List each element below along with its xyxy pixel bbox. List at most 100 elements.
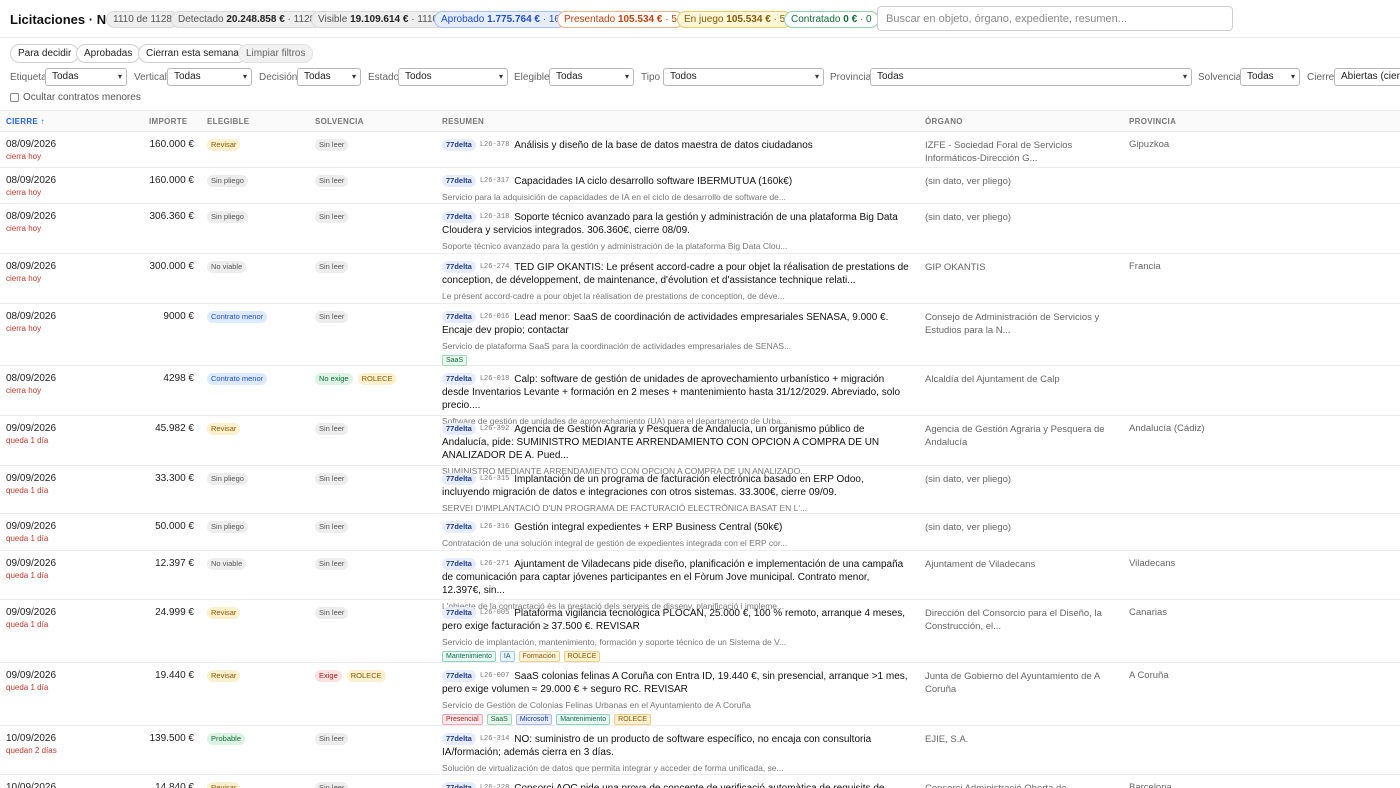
organo-cell: Dirección del Consorcio para el Diseño, … [925, 608, 1102, 632]
source-badge: 77delta [442, 782, 476, 788]
resumen-title-line: 77delta L26-274 TED GIP OKANTIS: Le présen… [442, 261, 910, 287]
tag: ROLECE [614, 714, 651, 725]
hide-minor-contracts-option[interactable]: Ocultar contratos menores [10, 92, 141, 103]
chevron-down-icon: ▾ [624, 72, 629, 81]
resumen-cell: 77delta L26-274 TED GIP OKANTIS: Le présen… [442, 261, 910, 301]
deadline-note: queda 1 día [6, 571, 49, 580]
tipo-select[interactable]: Todos ▾ [663, 68, 824, 86]
cierre-date: 10/09/2026 [6, 733, 57, 744]
tender-title[interactable]: Análisis y diseño de la base de datos ma… [514, 140, 813, 151]
stat-detectado-pill[interactable]: Detectado 20.248.858 € · 1128 [171, 11, 323, 28]
organo-cell: Ajuntament de Viladecans [925, 559, 1036, 570]
organo-cell: Junta de Gobierno del Ayuntamiento de A … [925, 671, 1100, 695]
stat-label: Presentado [564, 14, 616, 25]
table-row[interactable]: 09/09/2026 queda 1 día 12.397 € No viabl… [0, 551, 1400, 611]
cierre-date: 08/09/2026 [6, 373, 57, 384]
tender-title[interactable]: TED GIP OKANTIS: Le présent accord-cadre… [442, 262, 909, 286]
para-decidir-button[interactable]: Para decidir [10, 44, 80, 63]
tender-title[interactable]: Soporte técnico avanzado para la gestión… [442, 212, 898, 236]
table-row[interactable]: 09/09/2026 queda 1 día 24.999 € Revisar … [0, 600, 1400, 663]
table-row[interactable]: 08/09/2026 cierra hoy 9000 € Contrato me… [0, 304, 1400, 366]
deadline-note: queda 1 día [6, 683, 49, 692]
source-badge: 77delta [442, 521, 476, 533]
rolece-badge: ROLECE [357, 373, 397, 385]
cierre-select[interactable]: Abiertas (cierre [1334, 68, 1400, 86]
solvencia-cell: Sin leer [315, 521, 349, 535]
solvencia-badge: Sin leer [315, 607, 349, 619]
chevron-down-icon: ▾ [351, 72, 356, 81]
tender-code: L26-274 [479, 263, 510, 271]
column-header-importe[interactable]: IMPORTE [149, 117, 188, 126]
table-row[interactable]: 09/09/2026 queda 1 día 19.440 € Revisar … [0, 663, 1400, 726]
estado-select[interactable]: Todos ▾ [398, 68, 508, 86]
resumen-cell: 77delta L26-378 Análisis y diseño de la ba… [442, 139, 910, 152]
solvencia-badge: Sin leer [315, 211, 349, 223]
table-row[interactable]: 09/09/2026 queda 1 día 33.300 € Sin plie… [0, 466, 1400, 514]
etiqueta-select[interactable]: Todas ▾ [45, 68, 127, 86]
stat-en-juego-pill[interactable]: En juego 105.534 € · 5 [677, 11, 793, 28]
solvencia-select[interactable]: Todas ▾ [1240, 68, 1300, 86]
column-header-elegible[interactable]: ELEGIBLE [207, 117, 249, 126]
tender-title[interactable]: Plataforma vigilancia tecnológica PLOCAN… [442, 608, 905, 632]
importe-cell: 9000 € [163, 311, 194, 322]
tender-title[interactable]: Ajuntament de Viladecans pide diseño, pl… [442, 559, 903, 596]
cierre-cell: 08/09/2026 cierra hoy [6, 311, 56, 333]
solvencia-badge: Exige [315, 670, 342, 682]
aprobadas-button[interactable]: Aprobadas [76, 44, 141, 63]
importe-cell: 12.397 € [155, 558, 194, 569]
table-row[interactable]: 08/09/2026 cierra hoy 300.000 € No viabl… [0, 254, 1400, 304]
importe-cell: 306.360 € [149, 211, 195, 222]
deadline-note: cierra hoy [6, 224, 42, 233]
limpiar-filtros-button[interactable]: Limpiar filtros [238, 44, 314, 63]
stat-count: 1110 de 1128 [113, 14, 172, 25]
tender-code: L26-316 [479, 523, 510, 531]
column-header-solvencia[interactable]: SOLVENCIA [315, 117, 364, 126]
search-input[interactable] [877, 6, 1233, 31]
elegible-badge: Revisar [207, 670, 241, 682]
table-row[interactable]: 08/09/2026 cierra hoy 306.360 € Sin plie… [0, 204, 1400, 254]
table-row[interactable]: 10/09/2026 quedan 2 días 139.500 € Proba… [0, 726, 1400, 775]
table-row[interactable]: 08/09/2026 cierra hoy 4298 € Contrato me… [0, 366, 1400, 426]
decision-select[interactable]: Todas ▾ [297, 68, 361, 86]
cierre-date: 08/09/2026 [6, 139, 57, 150]
resumen-cell: 77delta L26-016 Lead menor: SaaS de coordi… [442, 311, 910, 366]
stat-aprobado-pill[interactable]: Aprobado 1.775.764 € · 16 [434, 11, 567, 28]
column-header-cierre[interactable]: CIERRE ↑ [6, 117, 45, 126]
table-row[interactable]: 09/09/2026 queda 1 día 45.982 € Revisar … [0, 416, 1400, 476]
solvencia-badge: Sin leer [315, 558, 349, 570]
stat-label: Detectado [178, 14, 224, 25]
table-row[interactable]: 08/09/2026 cierra hoy 160.000 € Sin plie… [0, 168, 1400, 204]
filter-label-solvencia: Solvencia [1198, 72, 1242, 83]
hide-minor-contracts-checkbox[interactable] [10, 93, 19, 102]
provincia-select[interactable]: Todas ▾ [870, 68, 1192, 86]
cierre-cell: 09/09/2026 queda 1 día [6, 670, 56, 692]
stat-value: 1.775.764 € [487, 14, 540, 25]
cierran-esta-semana-button[interactable]: Cierran esta semana [138, 44, 247, 63]
column-header-provincia[interactable]: PROVINCIA [1129, 117, 1176, 126]
tender-title[interactable]: SaaS colonias felinas A Coruña con Entra… [442, 671, 908, 695]
source-badge: 77delta [442, 558, 476, 570]
solvencia-badge: Sin leer [315, 261, 349, 273]
cierre-date: 09/09/2026 [6, 558, 57, 569]
cierre-cell: 08/09/2026 cierra hoy [6, 211, 56, 233]
tender-title[interactable]: Gestión integral expedientes + ERP Busin… [514, 522, 782, 533]
tender-title[interactable]: Capacidades IA ciclo desarrollo software… [514, 176, 792, 187]
tender-title[interactable]: Calp: software de gestión de unidades de… [442, 374, 900, 411]
table-row[interactable]: 10/09/2026 14.840 € Revisar Sin leer 77d… [0, 775, 1400, 788]
tender-description: Servicio de Gestión de Colonias Felinas … [442, 700, 751, 710]
solvencia-cell: Sin leer [315, 139, 349, 153]
stat-contratado-pill[interactable]: Contratado 0 € · 0 [784, 11, 879, 28]
deadline-note: quedan 2 días [6, 746, 57, 755]
solvencia-badge: Sin leer [315, 521, 349, 533]
column-header-organo[interactable]: ÓRGANO [925, 117, 963, 126]
chevron-down-icon: ▾ [117, 72, 122, 81]
select-value: Todas [304, 71, 331, 82]
table-row[interactable]: 08/09/2026 cierra hoy 160.000 € Revisar … [0, 132, 1400, 168]
elegible-badge: Probable [207, 733, 246, 745]
stat-presentado-pill[interactable]: Presentado 105.534 € · 5 [557, 11, 684, 28]
column-header-resumen[interactable]: RESUMEN [442, 117, 484, 126]
elegible-select[interactable]: Todas ▾ [549, 68, 634, 86]
stat-visible-pill[interactable]: Visible 19.109.614 € · 1110 [311, 11, 446, 28]
table-row[interactable]: 09/09/2026 queda 1 día 50.000 € Sin plie… [0, 514, 1400, 551]
vertical-select[interactable]: Todas ▾ [167, 68, 252, 86]
